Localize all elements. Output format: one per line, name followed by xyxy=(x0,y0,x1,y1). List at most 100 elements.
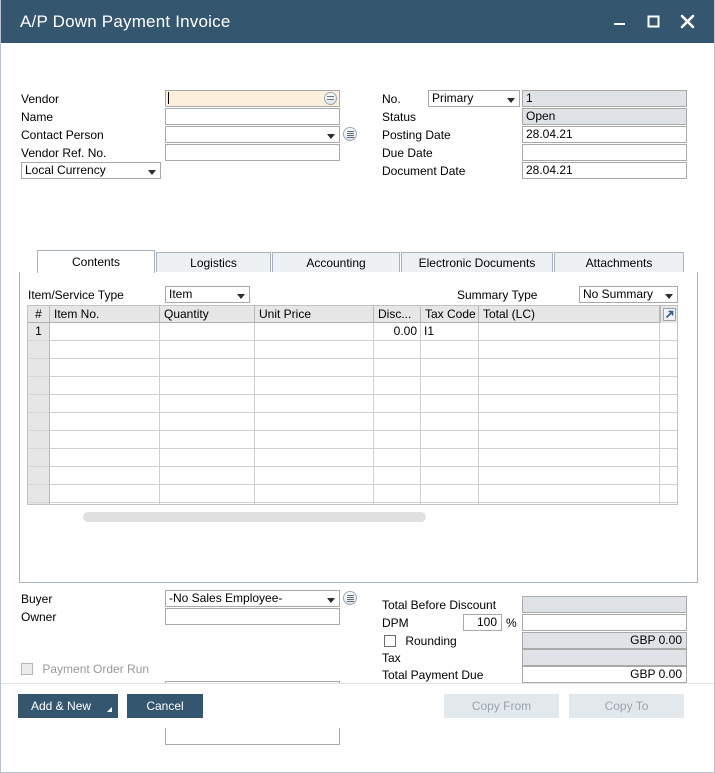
cell-empty[interactable] xyxy=(479,503,660,504)
cell-empty[interactable] xyxy=(421,413,479,431)
cell-empty[interactable] xyxy=(479,377,660,395)
cell-empty[interactable] xyxy=(255,467,374,485)
cell-empty[interactable] xyxy=(479,485,660,503)
tab-electronic-documents[interactable]: Electronic Documents xyxy=(401,252,553,273)
add-and-new-button[interactable]: Add & New xyxy=(18,694,118,718)
grid-col-index[interactable]: # xyxy=(28,306,50,322)
grid-scrollbar-thumb[interactable] xyxy=(83,512,426,522)
vendor-ref-no-input[interactable] xyxy=(165,144,340,161)
cell-empty[interactable] xyxy=(50,395,160,413)
grid-col-total-lc[interactable]: Total (LC) xyxy=(479,306,660,322)
cell-empty[interactable] xyxy=(479,431,660,449)
cell-empty[interactable] xyxy=(660,395,677,413)
buyer-link-icon[interactable] xyxy=(343,591,357,605)
buyer-dropdown[interactable]: -No Sales Employee- xyxy=(165,590,340,607)
cell-empty[interactable] xyxy=(660,359,677,377)
cell-empty[interactable] xyxy=(50,377,160,395)
cell-empty[interactable] xyxy=(374,503,421,504)
rounding-checkbox[interactable] xyxy=(384,635,396,647)
cell-empty[interactable] xyxy=(660,413,677,431)
posting-date-input[interactable]: 28.04.21 xyxy=(522,126,687,143)
cell-empty[interactable] xyxy=(421,449,479,467)
cell-empty[interactable] xyxy=(421,377,479,395)
cell-empty[interactable] xyxy=(50,503,160,504)
contact-person-link-icon[interactable] xyxy=(343,127,357,141)
table-row-empty[interactable] xyxy=(28,467,677,485)
vendor-choose-from-list-icon[interactable] xyxy=(324,92,337,105)
grid-col-unit-price[interactable]: Unit Price xyxy=(255,306,374,322)
summary-type-dropdown[interactable]: No Summary xyxy=(579,286,678,303)
cell-empty[interactable] xyxy=(660,449,677,467)
cell-empty[interactable] xyxy=(421,503,479,504)
currency-dropdown[interactable]: Local Currency xyxy=(21,162,161,179)
cell-empty[interactable] xyxy=(160,467,255,485)
cell-empty[interactable] xyxy=(421,467,479,485)
cell-empty[interactable] xyxy=(255,431,374,449)
cell-empty[interactable] xyxy=(160,395,255,413)
cell-empty[interactable] xyxy=(374,377,421,395)
cell-empty[interactable] xyxy=(374,485,421,503)
cell-empty[interactable] xyxy=(160,413,255,431)
dpm-amount-value[interactable] xyxy=(522,614,687,631)
cell-empty[interactable] xyxy=(160,485,255,503)
cell-unit-price[interactable] xyxy=(255,323,374,341)
cell-empty[interactable] xyxy=(421,485,479,503)
cell-empty[interactable] xyxy=(421,359,479,377)
cell-empty[interactable] xyxy=(160,449,255,467)
grid-col-tax-code[interactable]: Tax Code xyxy=(421,306,479,322)
cell-empty[interactable] xyxy=(255,395,374,413)
cell-empty[interactable] xyxy=(50,485,160,503)
cell-discount[interactable]: 0.00 xyxy=(374,323,421,341)
cell-empty[interactable] xyxy=(160,359,255,377)
cell-empty[interactable] xyxy=(421,341,479,359)
cell-empty[interactable] xyxy=(479,449,660,467)
cell-empty[interactable] xyxy=(660,341,677,359)
cell-empty[interactable] xyxy=(50,431,160,449)
due-date-input[interactable] xyxy=(522,144,687,161)
expand-arrow-icon[interactable] xyxy=(660,306,677,323)
cell-empty[interactable] xyxy=(374,467,421,485)
table-row-empty[interactable] xyxy=(28,431,677,449)
document-series-dropdown[interactable]: Primary xyxy=(428,90,520,107)
cell-item-no[interactable] xyxy=(50,323,160,341)
table-row-empty[interactable] xyxy=(28,359,677,377)
cell-quantity[interactable] xyxy=(160,323,255,341)
cell-empty[interactable] xyxy=(374,449,421,467)
cell-empty[interactable] xyxy=(255,359,374,377)
cell-empty[interactable] xyxy=(50,449,160,467)
grid-col-quantity[interactable]: Quantity xyxy=(160,306,255,322)
cell-empty[interactable] xyxy=(660,485,677,503)
table-row-empty[interactable] xyxy=(28,503,677,504)
cell-empty[interactable] xyxy=(255,449,374,467)
owner-input[interactable] xyxy=(165,608,340,625)
cancel-button[interactable]: Cancel xyxy=(127,694,203,718)
cell-empty[interactable] xyxy=(255,413,374,431)
grid-horizontal-scrollbar[interactable] xyxy=(83,512,678,522)
cell-empty[interactable] xyxy=(660,467,677,485)
table-row-empty[interactable] xyxy=(28,413,677,431)
cell-empty[interactable] xyxy=(50,467,160,485)
dpm-percent-input[interactable]: 100 xyxy=(463,614,502,631)
payment-order-run-checkbox[interactable] xyxy=(21,663,33,675)
cell-empty[interactable] xyxy=(479,341,660,359)
rounding-row[interactable]: Rounding xyxy=(384,633,457,650)
contact-person-dropdown[interactable] xyxy=(165,126,340,143)
minimize-icon[interactable] xyxy=(602,5,636,39)
tab-contents[interactable]: Contents xyxy=(37,250,155,273)
tab-accounting[interactable]: Accounting xyxy=(272,252,400,273)
cell-empty[interactable] xyxy=(421,431,479,449)
cell-empty[interactable] xyxy=(255,485,374,503)
cell-empty[interactable] xyxy=(479,467,660,485)
table-row-empty[interactable] xyxy=(28,341,677,359)
cell-empty[interactable] xyxy=(160,341,255,359)
grid-col-item-no[interactable]: Item No. xyxy=(50,306,160,322)
table-row-empty[interactable] xyxy=(28,395,677,413)
copy-from-button[interactable]: Copy From xyxy=(444,694,559,718)
tab-logistics[interactable]: Logistics xyxy=(156,252,271,273)
close-icon[interactable] xyxy=(670,5,704,39)
cell-empty[interactable] xyxy=(255,341,374,359)
cell-empty[interactable] xyxy=(160,431,255,449)
cell-empty[interactable] xyxy=(374,395,421,413)
tab-attachments[interactable]: Attachments xyxy=(554,252,684,273)
total-payment-due-value[interactable]: GBP 0.00 xyxy=(522,666,687,683)
